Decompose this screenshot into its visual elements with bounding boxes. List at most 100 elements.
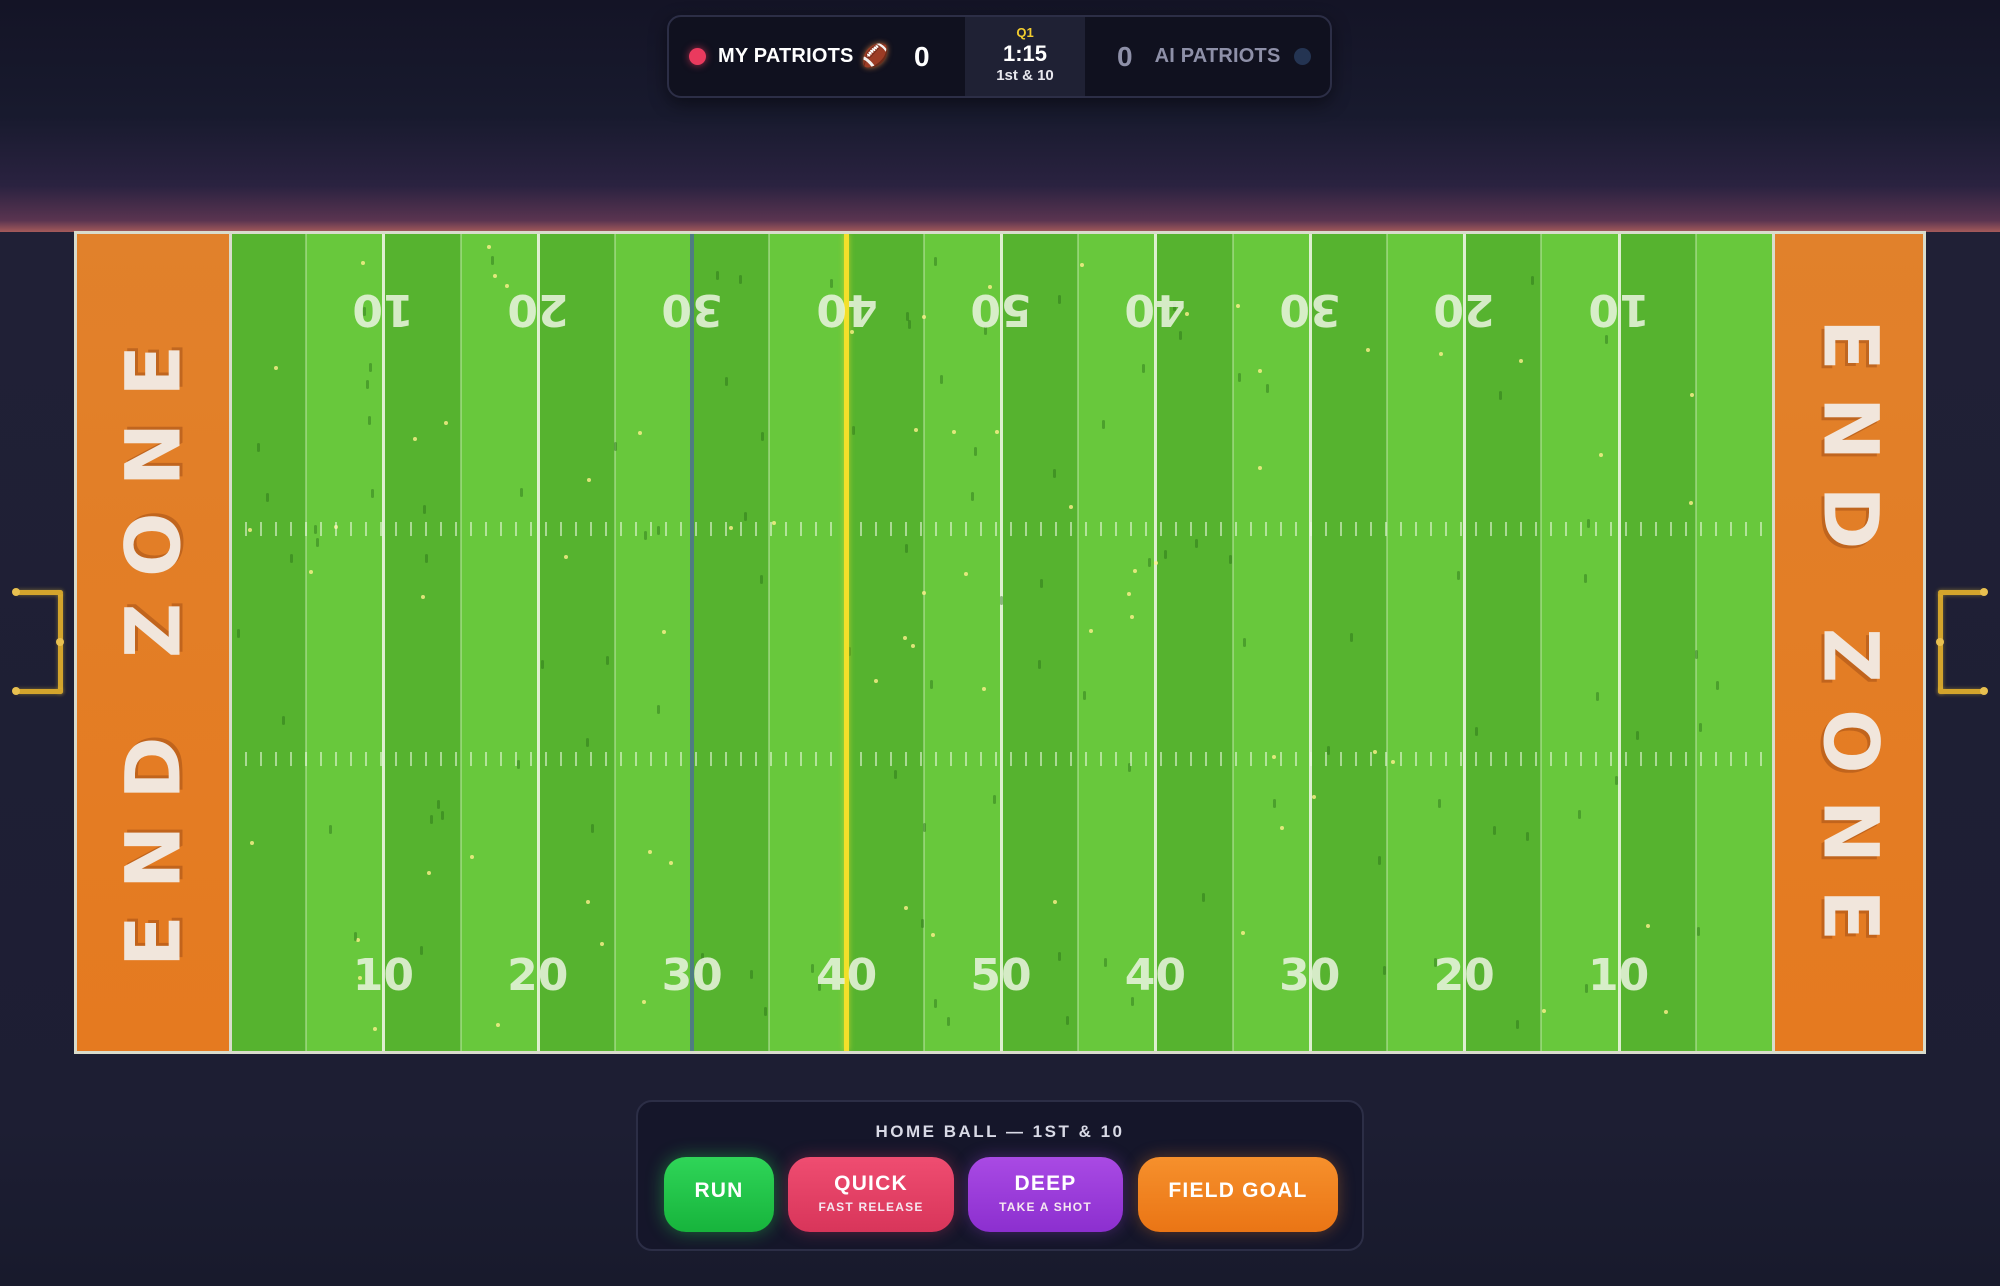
turf-stripe <box>923 234 1002 1051</box>
grass-tuft <box>940 374 944 384</box>
grass-tuft <box>1265 383 1269 393</box>
turf-stripe <box>1001 234 1080 1051</box>
grass-tuft <box>366 379 370 389</box>
field-goal-button[interactable]: FIELD GOAL <box>1138 1157 1338 1232</box>
grass-tuft <box>266 492 270 502</box>
grass-tuft <box>315 538 319 548</box>
grass-tuft <box>1382 965 1386 975</box>
grass-tuft <box>744 512 748 522</box>
ten-yard-line <box>1154 234 1158 1051</box>
grass-tuft <box>1456 571 1460 581</box>
five-yard-line <box>614 234 616 1051</box>
five-yard-line <box>1231 234 1234 1051</box>
five-yard-line <box>768 234 771 1051</box>
scoreboard: MY PATRIOTS 🏈 0 Q1 1:15 1st & 10 0 AI PA… <box>667 15 1332 98</box>
turf-stripe <box>1387 234 1466 1051</box>
away-team-name: AI PATRIOTS <box>1154 45 1281 67</box>
turf-speck <box>921 315 926 320</box>
yard-number-top: 10 <box>352 284 415 335</box>
grass-tuft <box>371 489 375 499</box>
left-endzone-label: END ZONE <box>108 318 198 967</box>
turf-speck <box>647 849 652 854</box>
turf-speck <box>930 933 935 938</box>
five-yard-line <box>459 234 462 1051</box>
turf-speck <box>1153 561 1158 566</box>
turf-speck <box>587 477 592 482</box>
grass-tuft <box>973 446 977 456</box>
grass-tuft <box>367 416 371 426</box>
grass-tuft <box>1147 558 1151 568</box>
turf-stripe <box>1309 234 1388 1051</box>
grass-tuft <box>437 799 441 809</box>
turf-speck <box>1129 614 1134 619</box>
grass-tuft <box>491 256 495 266</box>
away-team-dot <box>1294 48 1312 65</box>
run-label: RUN <box>694 1179 744 1202</box>
grass-tuft <box>933 998 937 1008</box>
grass-tuft <box>257 442 261 452</box>
left-goalpost-icon <box>12 588 64 696</box>
turf-speck <box>420 594 425 599</box>
grass-tuft <box>1438 798 1442 808</box>
five-yard-line <box>1540 234 1543 1051</box>
away-score: 0 <box>1117 40 1133 72</box>
grass-tuft <box>905 544 909 554</box>
play-call-panel: HOME BALL — 1ST & 10 RUN QUICK FAST RELE… <box>636 1100 1364 1251</box>
turf-speck <box>994 429 999 434</box>
grass-tuft <box>290 553 294 563</box>
left-endzone: END ZONE <box>77 234 232 1051</box>
grass-tuft <box>1052 468 1056 478</box>
turf-speck <box>1438 351 1443 356</box>
turf-stripe <box>615 234 694 1051</box>
deep-play-button[interactable]: DEEP TAKE A SHOT <box>968 1157 1123 1232</box>
grass-tuft <box>760 575 764 585</box>
home-team: MY PATRIOTS 🏈 0 <box>669 17 965 96</box>
turf-stripe <box>383 234 462 1051</box>
turf-stripe <box>1695 234 1774 1051</box>
turf-speck <box>661 629 666 634</box>
turf-speck <box>372 1026 377 1031</box>
first-down-line <box>844 234 849 1051</box>
yard-number-bottom: 40 <box>1124 950 1186 1001</box>
turf-speck <box>443 420 448 425</box>
yard-number-bottom: 30 <box>661 950 723 1001</box>
grass-tuft <box>946 1016 950 1026</box>
home-team-dot <box>689 48 706 65</box>
down-and-distance: 1st & 10 <box>996 67 1054 84</box>
grass-tuft <box>1605 334 1609 344</box>
ten-yard-line <box>1463 234 1467 1051</box>
deep-label: DEEP <box>1014 1172 1077 1195</box>
grass-tuft <box>993 795 997 805</box>
grass-tuft <box>586 737 590 747</box>
turf-speck <box>564 554 569 559</box>
grass-tuft <box>590 823 594 833</box>
turf-speck <box>1240 930 1245 935</box>
game-clock: 1:15 <box>1002 41 1048 66</box>
grass-tuft <box>715 270 719 280</box>
grass-tuft <box>1635 730 1639 740</box>
turf-stripe <box>769 234 848 1051</box>
right-endzone: END ZONE <box>1772 234 1923 1051</box>
grass-tuft <box>1474 726 1478 736</box>
run-play-button[interactable]: RUN <box>664 1157 774 1232</box>
grass-tuft <box>1202 892 1206 902</box>
turf-stripe <box>460 234 539 1051</box>
five-yard-line <box>922 234 925 1051</box>
yard-number-bottom: 20 <box>507 950 569 1001</box>
grass-tuft <box>329 825 333 834</box>
ten-yard-line <box>1617 234 1621 1051</box>
hash-marks-bottom <box>232 752 1772 766</box>
quick-play-button[interactable]: QUICK FAST RELEASE <box>788 1157 954 1232</box>
grass-tuft <box>1498 391 1502 401</box>
yard-number-top: 40 <box>1124 284 1187 335</box>
yard-number-bottom: 50 <box>970 950 1032 1001</box>
grass-tuft <box>1082 690 1086 700</box>
grass-tuft <box>1039 578 1043 588</box>
yard-number-bottom: 20 <box>1433 950 1495 1001</box>
grass-tuft <box>613 441 617 451</box>
turf-speck <box>874 678 879 683</box>
turf-stripe <box>1464 234 1543 1051</box>
yard-number-top: 20 <box>1433 284 1495 335</box>
grass-tuft <box>1530 276 1534 286</box>
turf-stripe <box>1078 234 1157 1051</box>
